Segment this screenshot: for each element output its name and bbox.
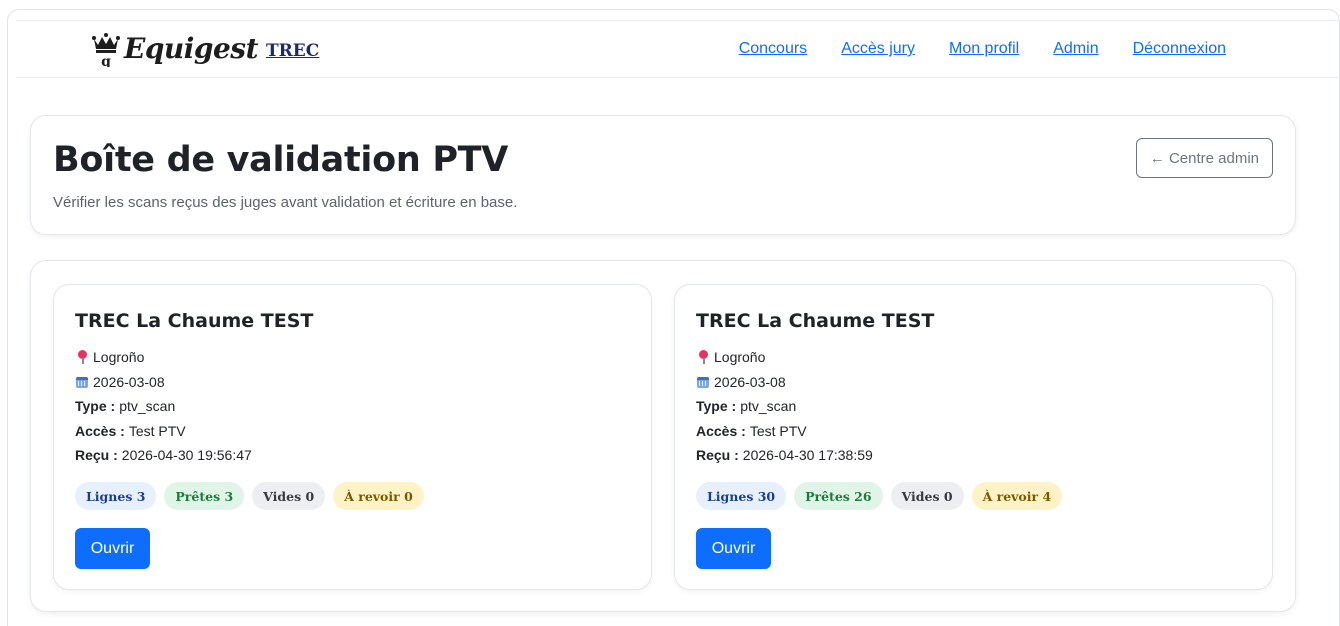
status-badges: Lignes 3 Prêtes 3 Vides 0 À revoir 0: [75, 482, 424, 510]
location-value: Logroño: [714, 349, 766, 365]
location-value: Logroño: [93, 349, 145, 365]
navbar: q Equigest TREC Concours Accès jury Mon …: [16, 20, 1340, 78]
scan-list-card: TREC La Chaume TEST Logroño 2026-03-08 T…: [30, 260, 1296, 612]
calendar-icon: [75, 375, 89, 389]
pin-icon: [75, 350, 89, 365]
location-row: Logroño: [75, 345, 252, 370]
header-card: Boîte de validation PTV Vérifier les sca…: [30, 115, 1296, 235]
received-value: 2026-04-30 19:56:47: [121, 447, 252, 463]
scan-card: TREC La Chaume TEST Logroño 2026-03-08 T…: [674, 284, 1273, 590]
badge-lines: Lignes 3: [75, 482, 157, 510]
date-value: 2026-03-08: [714, 373, 786, 390]
type-value: ptv_scan: [740, 398, 797, 414]
date-value: 2026-03-08: [93, 373, 165, 390]
open-button[interactable]: Ouvrir: [696, 528, 771, 569]
nav-link-deconnexion[interactable]: Déconnexion: [1133, 40, 1226, 58]
nav-link-concours[interactable]: Concours: [739, 40, 807, 58]
scan-title: TREC La Chaume TEST: [696, 310, 935, 332]
pin-icon: [696, 350, 710, 365]
date-row: 2026-03-08: [75, 370, 252, 395]
scan-info: Logroño 2026-03-08 Type : ptv_scan Accès…: [75, 345, 252, 468]
nav-link-acces-jury[interactable]: Accès jury: [841, 40, 915, 58]
nav-link-mon-profil[interactable]: Mon profil: [949, 40, 1019, 58]
type-label: Type :: [75, 398, 116, 414]
scan-card: TREC La Chaume TEST Logroño 2026-03-08 T…: [53, 284, 652, 590]
badge-empty: Vides 0: [890, 482, 964, 510]
received-row: Reçu : 2026-04-30 17:38:59: [696, 443, 873, 468]
svg-text:q: q: [101, 54, 111, 67]
access-row: Accès : Test PTV: [75, 419, 252, 444]
scan-title: TREC La Chaume TEST: [75, 310, 314, 332]
type-row: Type : ptv_scan: [696, 394, 873, 419]
nav-link-admin[interactable]: Admin: [1053, 40, 1098, 58]
badge-ready: Prêtes 3: [164, 482, 245, 510]
access-value: Test PTV: [128, 422, 186, 439]
back-to-admin-button[interactable]: ← Centre admin: [1135, 138, 1273, 178]
access-label: Accès :: [75, 422, 125, 439]
type-row: Type : ptv_scan: [75, 394, 252, 419]
status-badges: Lignes 30 Prêtes 26 Vides 0 À revoir 4: [696, 482, 1063, 510]
brand-sub[interactable]: TREC: [266, 41, 319, 61]
date-row: 2026-03-08: [696, 370, 873, 395]
received-row: Reçu : 2026-04-30 19:56:47: [75, 443, 252, 468]
nav-links: Concours Accès jury Mon profil Admin Déc…: [739, 40, 1226, 58]
received-label: Reçu :: [75, 447, 118, 463]
brand-name: Equigest: [124, 32, 259, 65]
brand[interactable]: q Equigest TREC: [88, 29, 319, 69]
access-label: Accès :: [696, 422, 746, 439]
open-button[interactable]: Ouvrir: [75, 528, 150, 569]
access-row: Accès : Test PTV: [696, 419, 873, 444]
badge-ready: Prêtes 26: [794, 482, 883, 510]
page-title: Boîte de validation PTV: [53, 140, 509, 180]
type-label: Type :: [696, 398, 737, 414]
crown-logo-icon: q: [92, 33, 120, 67]
scan-info: Logroño 2026-03-08 Type : ptv_scan Accès…: [696, 345, 873, 468]
type-value: ptv_scan: [119, 398, 176, 414]
badge-review: À revoir 4: [971, 482, 1063, 510]
badge-review: À revoir 0: [333, 482, 424, 510]
access-value: Test PTV: [749, 422, 807, 439]
badge-lines: Lignes 30: [696, 482, 787, 510]
page-subtitle: Vérifier les scans reçus des juges avant…: [53, 194, 518, 211]
badge-empty: Vides 0: [252, 482, 326, 510]
location-row: Logroño: [696, 345, 873, 370]
received-label: Reçu :: [696, 447, 739, 463]
calendar-icon: [696, 375, 710, 389]
received-value: 2026-04-30 17:38:59: [742, 447, 873, 463]
